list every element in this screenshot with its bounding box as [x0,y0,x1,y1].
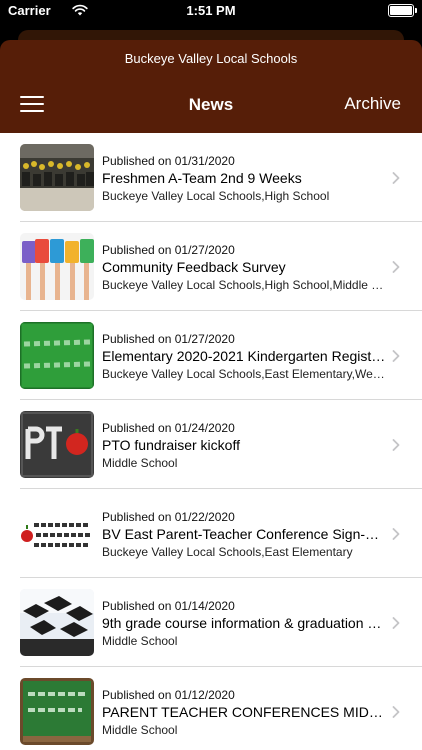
publish-date: Published on 01/24/2020 [102,421,235,435]
news-title: PTO fundraiser kickoff [102,437,240,453]
chalkboard-image [20,322,94,389]
news-tags: Middle School [102,456,178,470]
news-tags: Middle School [102,634,178,648]
news-title: BV East Parent-Teacher Conference Sign-U… [102,526,386,542]
chevron-right-icon [392,439,400,451]
chevron-right-icon [392,261,400,273]
news-title: 9th grade course information & graduatio… [102,615,386,631]
news-item[interactable]: Published on 01/14/2020 9th grade course… [0,578,422,667]
chevron-right-icon [392,172,400,184]
news-item[interactable]: Published on 01/27/2020 Elementary 2020-… [0,311,422,400]
battery-icon [388,4,417,17]
chevron-right-icon [392,617,400,629]
school-name: Buckeye Valley Local Schools [124,51,298,66]
news-thumbnail [20,678,94,745]
publish-date: Published on 01/22/2020 [102,510,235,524]
status-bar: Carrier 1:51 PM [0,0,422,22]
news-list[interactable]: Published on 01/31/2020 Freshmen A-Team … [0,133,422,750]
news-item[interactable]: Published on 01/24/2020 PTO fundraiser k… [0,400,422,489]
chalkboard-image [20,678,94,745]
graduation-caps-image [20,589,94,656]
archive-button[interactable]: Archive [344,94,401,114]
news-thumbnail [20,233,94,300]
news-title: Community Feedback Survey [102,259,286,275]
group-photo-image [20,144,94,211]
news-item[interactable]: Published on 01/12/2020 PARENT TEACHER C… [0,667,422,750]
news-tags: Buckeye Valley Local Schools,High School… [102,278,386,292]
news-thumbnail [20,500,94,567]
feedback-hands-image [20,233,94,300]
news-item[interactable]: Published on 01/22/2020 BV East Parent-T… [0,489,422,578]
chevron-right-icon [392,706,400,718]
news-thumbnail [20,144,94,211]
clock-time: 1:51 PM [186,3,236,18]
news-thumbnail [20,322,94,389]
news-tags: Buckeye Valley Local Schools,East Elemen… [102,367,386,381]
news-tags: Middle School [102,723,178,737]
news-thumbnail [20,589,94,656]
publish-date: Published on 01/27/2020 [102,332,235,346]
news-title: PARENT TEACHER CONFERENCES MIDDLE SCHOOL [102,704,386,720]
news-title: Elementary 2020-2021 Kindergarten Regist… [102,348,386,364]
news-tags: Buckeye Valley Local Schools,High School [102,189,330,203]
publish-date: Published on 01/14/2020 [102,599,235,613]
news-title: Freshmen A-Team 2nd 9 Weeks [102,170,302,186]
news-item[interactable]: Published on 01/27/2020 Community Feedba… [0,222,422,311]
pto-logo-image [20,411,94,478]
news-thumbnail [20,411,94,478]
news-item[interactable]: Published on 01/31/2020 Freshmen A-Team … [0,133,422,222]
news-tags: Buckeye Valley Local Schools,East Elemen… [102,545,353,559]
parent-teacher-apple-image [20,500,94,567]
chevron-right-icon [392,528,400,540]
publish-date: Published on 01/31/2020 [102,154,235,168]
publish-date: Published on 01/27/2020 [102,243,235,257]
publish-date: Published on 01/12/2020 [102,688,235,702]
navigation-header: Buckeye Valley Local Schools News Archiv… [0,40,422,133]
chevron-right-icon [392,350,400,362]
